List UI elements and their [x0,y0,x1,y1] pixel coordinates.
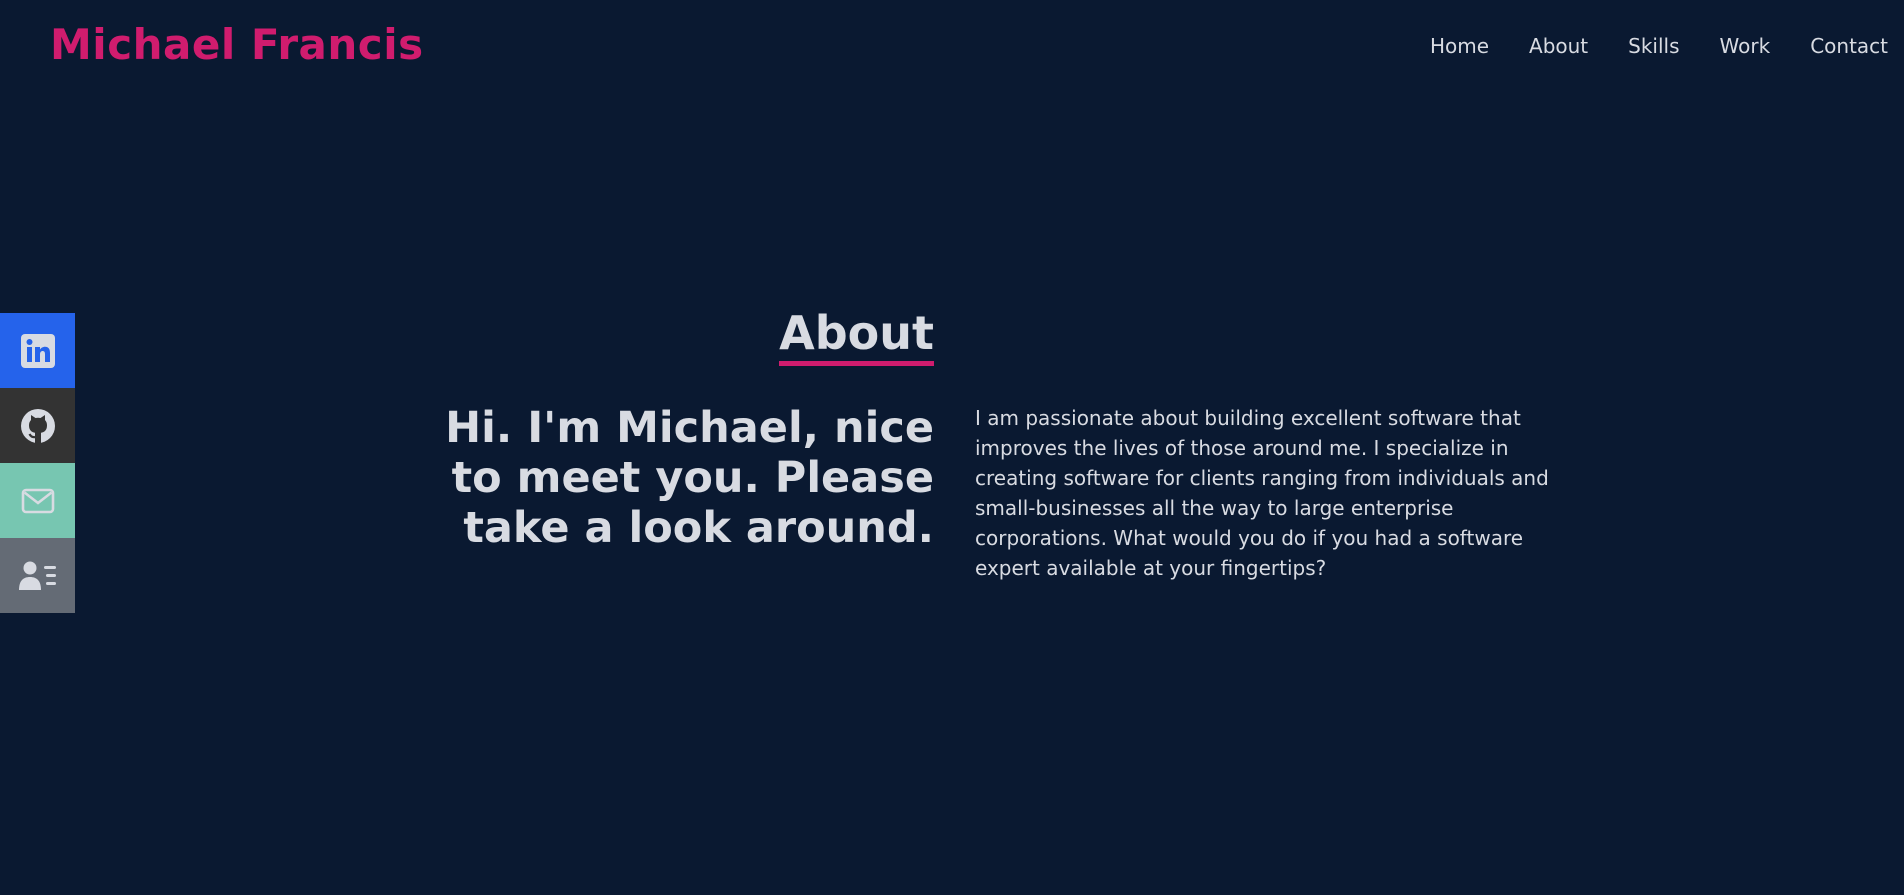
github-icon [20,408,55,443]
nav-link-contact[interactable]: Contact [1790,34,1888,58]
nav-link-about[interactable]: About [1509,34,1608,58]
about-title-wrap: About [779,308,934,366]
social-sidebar [0,313,75,613]
nav-link-work[interactable]: Work [1700,34,1791,58]
resume-button[interactable] [0,538,75,613]
nav-link-home[interactable]: Home [1410,34,1509,58]
resume-icon [18,561,56,590]
navbar: Michael Francis Home About Skills Work C… [0,0,1904,92]
brand-logo[interactable]: Michael Francis [50,20,424,69]
email-button[interactable] [0,463,75,538]
about-bio: I am passionate about building excellent… [975,406,1549,580]
section-title: About [779,308,934,366]
email-icon [21,488,54,513]
about-headline: Hi. I'm Michael, nice to meet you. Pleas… [445,403,934,553]
github-button[interactable] [0,388,75,463]
nav-link-skills[interactable]: Skills [1608,34,1699,58]
linkedin-button[interactable] [0,313,75,388]
nav-menu: Home About Skills Work Contact [1410,34,1888,58]
linkedin-icon [20,333,55,368]
